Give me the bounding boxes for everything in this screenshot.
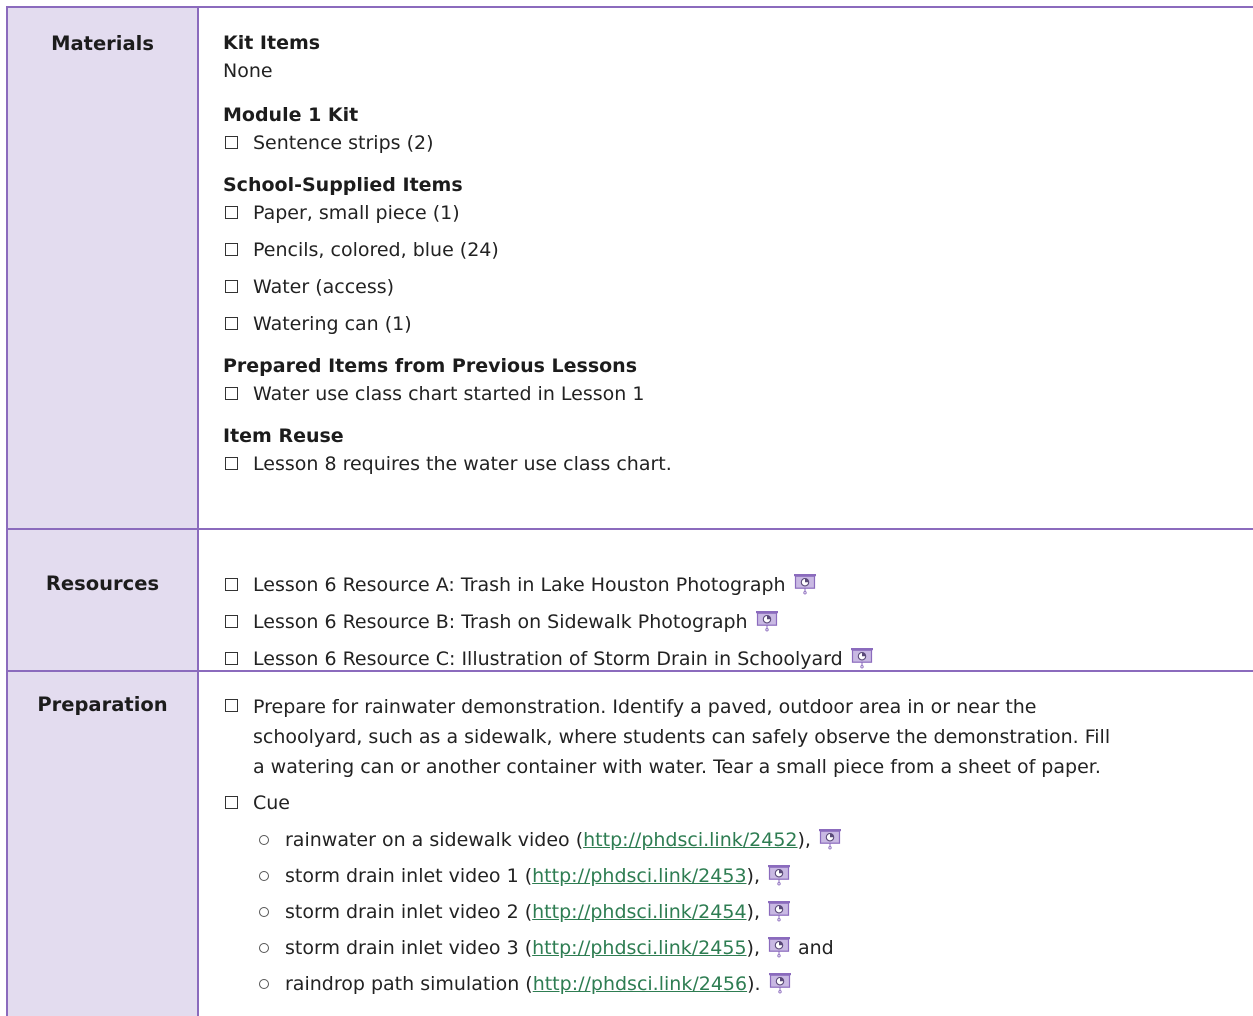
- bullet-circle-icon: [259, 943, 269, 953]
- cue-text: storm drain inlet video 3 (: [285, 937, 533, 959]
- resource-item-text: Lesson 6 Resource B: Trash on Sidewalk P…: [253, 611, 748, 633]
- cue-label: Cue: [253, 792, 290, 814]
- cue-text-end: ),: [746, 865, 760, 887]
- prepared-items-heading: Prepared Items from Previous Lessons: [223, 355, 638, 377]
- checklist-item-text: Paper, small piece (1): [253, 202, 460, 224]
- resource-item: Lesson 6 Resource B: Trash on Sidewalk P…: [223, 608, 1253, 636]
- checkbox-icon[interactable]: [225, 699, 238, 712]
- cue-text: storm drain inlet video 2 (: [285, 901, 533, 923]
- checkbox-icon[interactable]: [225, 796, 238, 809]
- cue-text: rainwater on a sidewalk video (: [285, 829, 584, 851]
- preparation-label: Preparation: [8, 672, 199, 1016]
- cue-link[interactable]: http://phdsci.link/2455: [532, 937, 746, 959]
- cue-text-end: ),: [746, 937, 760, 959]
- checkbox-icon[interactable]: [225, 317, 238, 330]
- module-kit-heading: Module 1 Kit: [223, 104, 359, 126]
- school-supplied-heading: School-Supplied Items: [223, 174, 463, 196]
- resource-item-text: Lesson 6 Resource A: Trash in Lake Houst…: [253, 574, 786, 596]
- cue-sub-item: storm drain inlet video 3 (http://phdsci…: [223, 934, 1253, 962]
- projector-screen-icon[interactable]: [766, 936, 792, 958]
- checkbox-icon[interactable]: [225, 615, 238, 628]
- cue-text-end: ),: [746, 901, 760, 923]
- projector-screen-icon[interactable]: [792, 573, 818, 595]
- cue-link[interactable]: http://phdsci.link/2452: [583, 829, 797, 851]
- checkbox-icon[interactable]: [225, 457, 238, 470]
- cue-sub-item: raindrop path simulation (http://phdsci.…: [223, 970, 1253, 998]
- checklist-item-text: Water (access): [253, 276, 395, 298]
- resources-content: Lesson 6 Resource A: Trash in Lake Houst…: [199, 530, 1253, 670]
- preparation-item: Prepare for rainwater demonstration. Ide…: [223, 692, 1253, 782]
- checkbox-icon[interactable]: [225, 280, 238, 293]
- checklist-item: Water (access): [223, 273, 1253, 301]
- preparation-text-line: a watering can or another container with…: [253, 756, 1101, 778]
- projector-screen-icon[interactable]: [766, 864, 792, 886]
- cue-and-text: and: [797, 937, 834, 959]
- cue-text: storm drain inlet video 1 (: [285, 865, 533, 887]
- checklist-item: Lesson 8 requires the water use class ch…: [223, 450, 1253, 478]
- materials-content: Kit Items None Module 1 Kit Sentence str…: [199, 8, 1253, 528]
- checkbox-icon[interactable]: [225, 652, 238, 665]
- checkbox-icon[interactable]: [225, 206, 238, 219]
- cue-text-end: ),: [797, 829, 811, 851]
- projector-screen-icon[interactable]: [817, 828, 843, 850]
- cue-link[interactable]: http://phdsci.link/2454: [532, 901, 746, 923]
- resource-item: Lesson 6 Resource A: Trash in Lake Houst…: [223, 571, 1253, 599]
- checklist-item: Pencils, colored, blue (24): [223, 236, 1253, 264]
- projector-screen-icon[interactable]: [767, 972, 793, 994]
- resource-item: Lesson 6 Resource C: Illustration of Sto…: [223, 645, 1253, 673]
- checkbox-icon[interactable]: [225, 387, 238, 400]
- projector-screen-icon[interactable]: [766, 900, 792, 922]
- checkbox-icon[interactable]: [225, 136, 238, 149]
- bullet-circle-icon: [259, 979, 269, 989]
- preparation-text-line: Prepare for rainwater demonstration. Ide…: [253, 696, 1037, 718]
- checklist-item-text: Pencils, colored, blue (24): [253, 239, 499, 261]
- kit-items-value: None: [223, 60, 273, 82]
- cue-link[interactable]: http://phdsci.link/2456: [533, 973, 747, 995]
- checkbox-icon[interactable]: [225, 578, 238, 591]
- preparation-content: Prepare for rainwater demonstration. Ide…: [199, 672, 1253, 1016]
- bullet-circle-icon: [259, 907, 269, 917]
- resources-label: Resources: [8, 530, 199, 670]
- projector-screen-icon[interactable]: [754, 610, 780, 632]
- cue-link[interactable]: http://phdsci.link/2453: [532, 865, 746, 887]
- checklist-item: Paper, small piece (1): [223, 199, 1253, 227]
- checkbox-icon[interactable]: [225, 243, 238, 256]
- cue-text-end: ).: [747, 973, 761, 995]
- checklist-item: Watering can (1): [223, 310, 1253, 338]
- cue-sub-item: storm drain inlet video 2 (http://phdsci…: [223, 898, 1253, 926]
- item-reuse-heading: Item Reuse: [223, 425, 344, 447]
- materials-table: Materials Kit Items None Module 1 Kit Se…: [6, 6, 1253, 1016]
- resource-item-text: Lesson 6 Resource C: Illustration of Sto…: [253, 648, 843, 670]
- checklist-item-text: Lesson 8 requires the water use class ch…: [253, 453, 672, 475]
- bullet-circle-icon: [259, 835, 269, 845]
- checklist-item-text: Sentence strips (2): [253, 132, 434, 154]
- checklist-item-text: Watering can (1): [253, 313, 412, 335]
- materials-label: Materials: [8, 8, 199, 528]
- kit-items-heading: Kit Items: [223, 32, 321, 54]
- checklist-item: Sentence strips (2): [223, 129, 1253, 157]
- cue-item: Cue: [223, 789, 1253, 817]
- preparation-text-line: schoolyard, such as a sidewalk, where st…: [253, 726, 1111, 748]
- preparation-row: Preparation Prepare for rainwater demons…: [8, 672, 1253, 1016]
- cue-text: raindrop path simulation (: [285, 973, 533, 995]
- materials-row: Materials Kit Items None Module 1 Kit Se…: [8, 8, 1253, 530]
- checklist-item: Water use class chart started in Lesson …: [223, 380, 1253, 408]
- checklist-item-text: Water use class chart started in Lesson …: [253, 383, 645, 405]
- cue-sub-item: rainwater on a sidewalk video (http://ph…: [223, 826, 1253, 854]
- cue-sub-item: storm drain inlet video 1 (http://phdsci…: [223, 862, 1253, 890]
- projector-screen-icon[interactable]: [849, 647, 875, 669]
- bullet-circle-icon: [259, 871, 269, 881]
- resources-row: Resources Lesson 6 Resource A: Trash in …: [8, 530, 1253, 672]
